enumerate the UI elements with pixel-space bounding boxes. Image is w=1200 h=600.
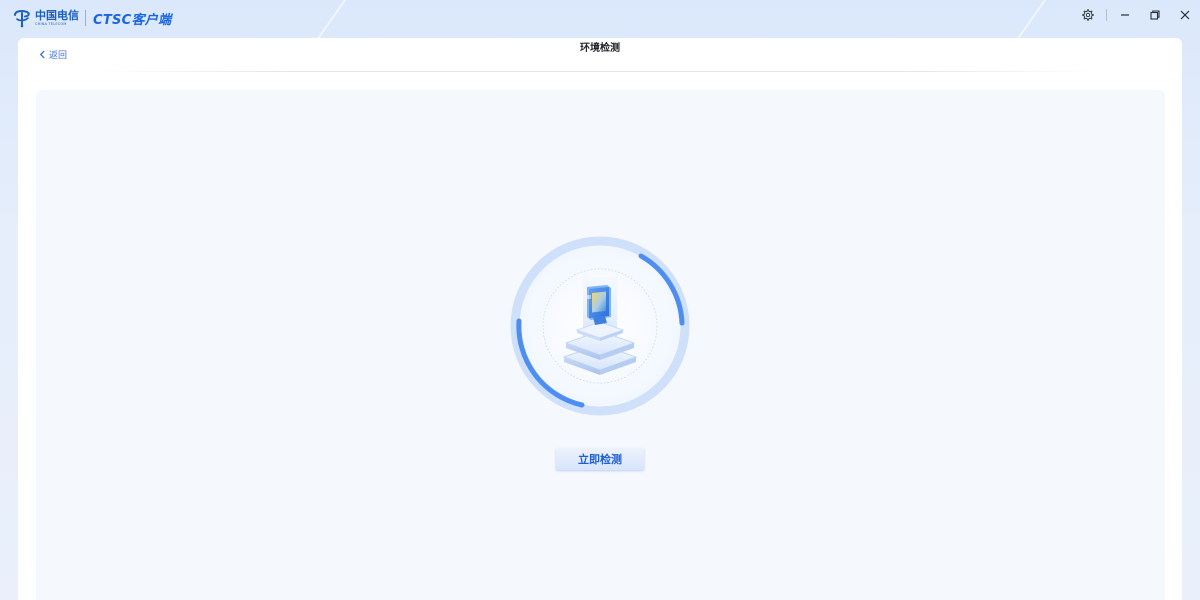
brand-cn-name: 中国电信 CHINA TELECOM: [35, 10, 79, 27]
restore-icon: [1150, 10, 1160, 20]
close-icon: [1180, 10, 1190, 20]
restore-button[interactable]: [1140, 0, 1170, 30]
main-panel: 返回 环境检测 立即检测: [18, 38, 1182, 600]
header-divider: [98, 71, 1098, 72]
detection-content-area: 立即检测: [36, 90, 1165, 600]
app-name: CTSC客户端: [93, 12, 172, 28]
environment-detection-icon: [510, 236, 690, 416]
brand-en-name: CHINA TELECOM: [35, 21, 67, 26]
detection-visual: [505, 231, 695, 421]
detect-now-button[interactable]: 立即检测: [556, 448, 644, 470]
settings-button[interactable]: [1073, 0, 1103, 30]
minimize-button[interactable]: [1110, 0, 1140, 30]
window-controls-separator: [1106, 9, 1107, 21]
page-title: 环境检测: [580, 43, 620, 54]
brand-cn-main: 中国电信: [35, 8, 79, 22]
title-bar: 中国电信 CHINA TELECOM CTSC客户端: [0, 0, 1200, 36]
minimize-icon: [1121, 14, 1129, 16]
brand: 中国电信 CHINA TELECOM CTSC客户端: [12, 8, 171, 28]
brand-divider: [85, 10, 86, 26]
close-button[interactable]: [1170, 0, 1200, 30]
window-controls: [1073, 0, 1200, 30]
gear-icon: [1082, 9, 1094, 21]
china-telecom-logo-icon: [12, 8, 32, 28]
